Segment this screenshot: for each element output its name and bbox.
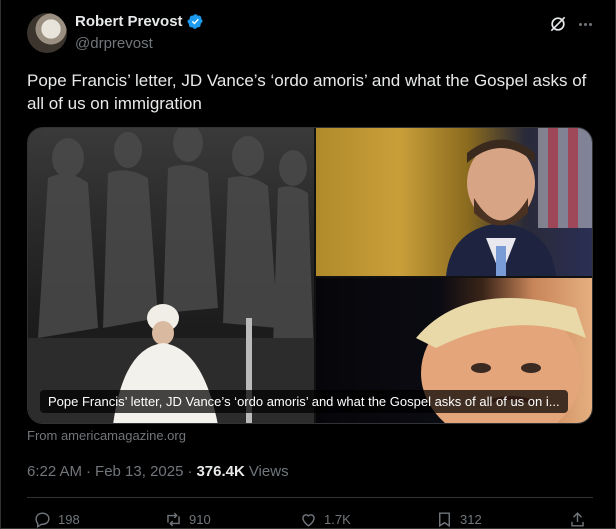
verified-badge-icon bbox=[187, 14, 203, 29]
author-name-row: Robert Prevost bbox=[75, 13, 204, 30]
tweet-date[interactable]: Feb 13, 2025 bbox=[95, 463, 183, 480]
bookmark-button[interactable]: 312 bbox=[435, 510, 482, 529]
bookmark-icon bbox=[439, 512, 450, 528]
tweet-container: Robert Prevost @drprevost Pope Francis’ … bbox=[0, 0, 616, 529]
reply-button[interactable]: 198 bbox=[33, 510, 80, 529]
like-button[interactable]: 1.7K bbox=[299, 510, 351, 529]
tweet-text: Pope Francis’ letter, JD Vance’s ‘ordo a… bbox=[27, 71, 587, 113]
meta-separator: · bbox=[86, 463, 92, 480]
heart-icon bbox=[302, 514, 315, 527]
views-label: Views bbox=[248, 463, 289, 480]
views-count: 376.4K bbox=[196, 463, 245, 480]
author-name[interactable]: Robert Prevost bbox=[75, 13, 183, 30]
action-bar: 198 910 1.7K 312 bbox=[27, 510, 593, 529]
tweet-time[interactable]: 6:22 AM bbox=[27, 463, 82, 480]
card-image-statue bbox=[28, 128, 314, 423]
bookmark-count: 312 bbox=[460, 512, 482, 527]
link-card[interactable]: Pope Francis’ letter, JD Vance’s ‘ordo a… bbox=[27, 127, 593, 424]
avatar[interactable] bbox=[27, 13, 67, 53]
divider bbox=[27, 497, 593, 498]
repost-button[interactable]: 910 bbox=[164, 510, 211, 529]
repost-icon bbox=[167, 512, 180, 527]
meta-separator: · bbox=[187, 463, 193, 480]
author-handle[interactable]: @drprevost bbox=[75, 35, 153, 52]
tweet-meta: 6:22 AM · Feb 13, 2025 · 376.4K Views bbox=[27, 463, 289, 480]
like-count: 1.7K bbox=[324, 512, 351, 527]
reply-icon bbox=[35, 512, 50, 528]
reply-count: 198 bbox=[58, 512, 80, 527]
grok-icon[interactable] bbox=[548, 14, 568, 34]
card-caption[interactable]: Pope Francis’ letter, JD Vance’s ‘ordo a… bbox=[40, 390, 568, 413]
more-icon[interactable] bbox=[575, 14, 595, 34]
share-button[interactable] bbox=[568, 510, 587, 529]
card-image-portrait-top bbox=[316, 128, 592, 276]
share-icon bbox=[571, 512, 584, 527]
repost-count: 910 bbox=[189, 512, 211, 527]
card-source[interactable]: From americamagazine.org bbox=[27, 428, 186, 443]
